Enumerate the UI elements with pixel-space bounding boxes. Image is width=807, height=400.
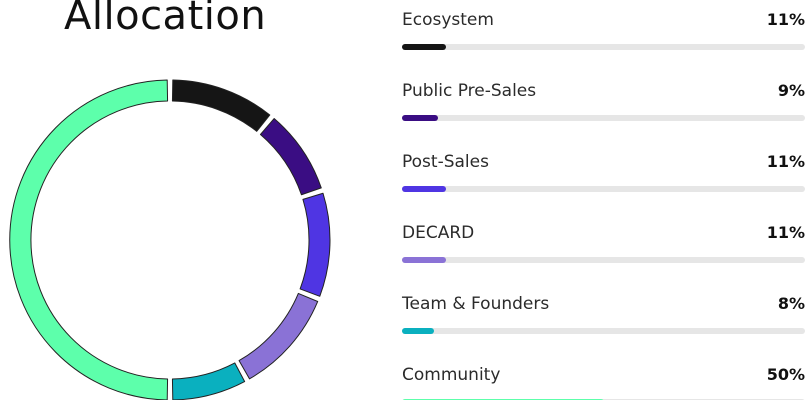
legend-value: 11%: [766, 10, 805, 29]
legend-row-community: Community 50%: [402, 360, 805, 400]
allocation-panel: Allocation Ecosystem 11% Public Pre-Sales 9…: [0, 0, 807, 400]
legend-label: Ecosystem: [402, 10, 494, 30]
legend-row-ecosystem: Ecosystem 11%: [402, 5, 805, 55]
legend-row-decard: DECARD 11%: [402, 218, 805, 268]
progress-fill-post-sales: [402, 186, 447, 192]
donut-slice-ecosystem[interactable]: [171, 79, 271, 132]
legend-label: Community: [402, 365, 501, 385]
progress-track: [402, 115, 805, 121]
legend-row-public-pre-sales: Public Pre-Sales 9%: [402, 76, 805, 126]
legend-label: Public Pre-Sales: [402, 81, 537, 101]
legend-value: 50%: [766, 365, 805, 384]
legend-label: Post-Sales: [402, 152, 489, 172]
progress-fill-team-and-founders: [402, 328, 435, 334]
legend-row-post-sales: Post-Sales 11%: [402, 147, 805, 197]
progress-track: [402, 257, 805, 263]
progress-fill-public-pre-sales: [402, 115, 439, 121]
donut-slice-public-pre-sales[interactable]: [259, 118, 322, 196]
legend-label: DECARD: [402, 223, 475, 243]
donut-slice-team-and-founders[interactable]: [171, 362, 246, 400]
legend-label: Team & Founders: [402, 294, 550, 314]
donut-slice-community[interactable]: [9, 79, 169, 400]
donut-slice-post-sales[interactable]: [299, 192, 331, 297]
legend-value: 11%: [766, 152, 805, 171]
allocation-donut-chart: [9, 79, 331, 400]
legend-row-team-and-founders: Team & Founders 8%: [402, 289, 805, 339]
progress-track: [402, 186, 805, 192]
allocation-legend: Ecosystem 11% Public Pre-Sales 9% Post-Sales…: [402, 0, 805, 400]
legend-value: 11%: [766, 223, 805, 242]
donut-slice-decard[interactable]: [238, 292, 319, 380]
progress-fill-ecosystem: [402, 44, 447, 50]
legend-value: 9%: [777, 81, 805, 100]
progress-fill-decard: [402, 257, 447, 263]
progress-track: [402, 328, 805, 334]
progress-track: [402, 44, 805, 50]
legend-value: 8%: [777, 294, 805, 313]
